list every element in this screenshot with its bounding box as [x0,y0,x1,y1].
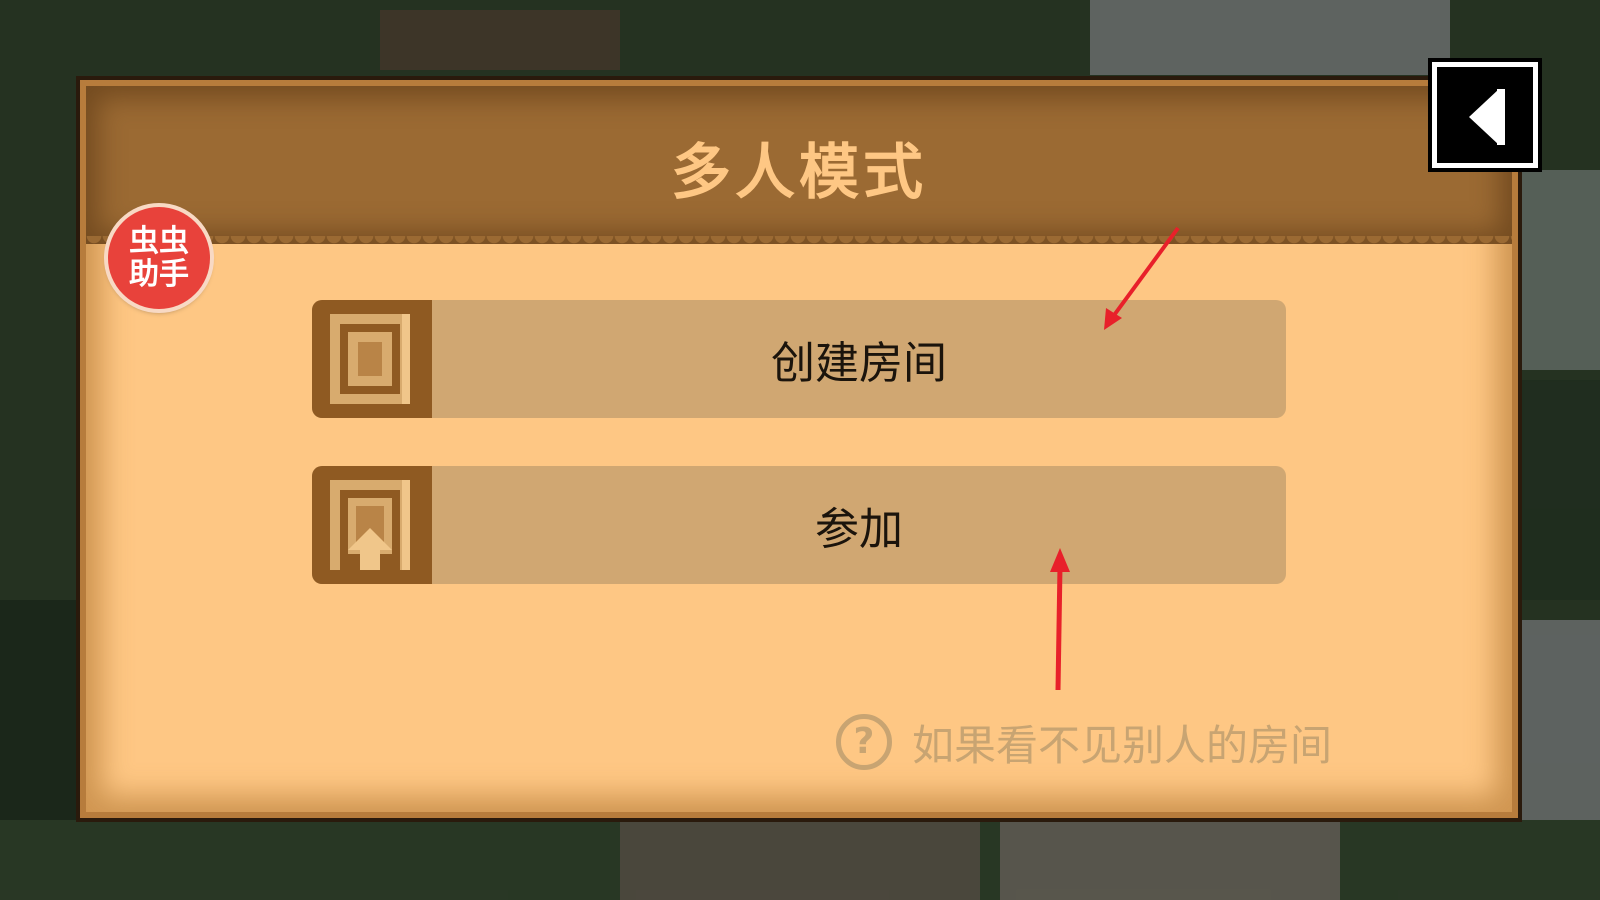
annotation-arrows [1050,226,1180,691]
arrow-to-create-room [1104,226,1180,330]
arrow-to-join [1050,548,1070,691]
